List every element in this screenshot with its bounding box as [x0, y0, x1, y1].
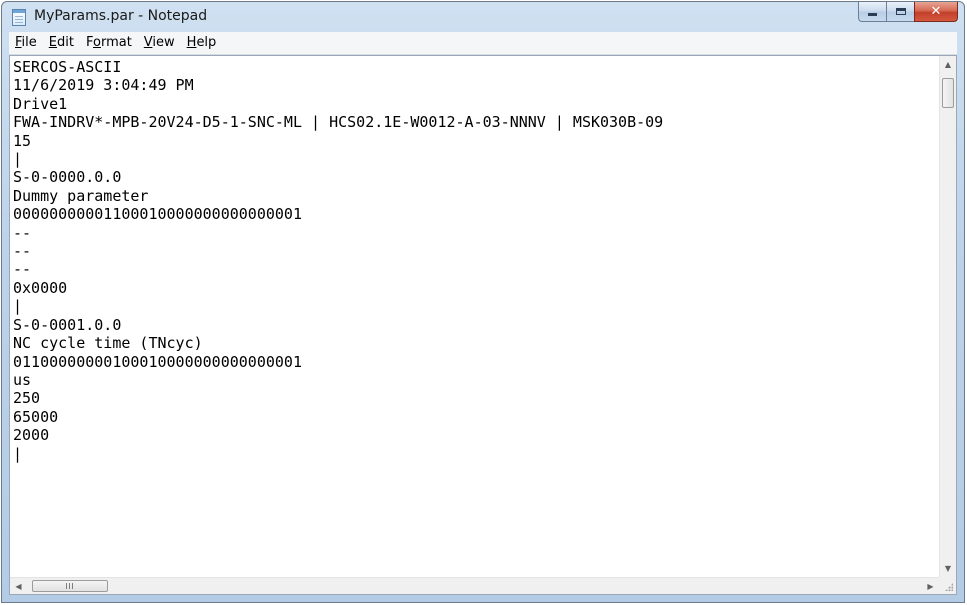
window-title: MyParams.par - Notepad	[34, 8, 208, 24]
size-grip-icon[interactable]	[939, 577, 956, 594]
text-area[interactable]: SERCOS-ASCII 11/6/2019 3:04:49 PM Drive1…	[10, 56, 939, 577]
menu-item-file[interactable]: File	[9, 32, 43, 54]
scroll-left-icon[interactable]: ◀	[10, 578, 27, 594]
vertical-scroll-thumb[interactable]	[942, 78, 954, 108]
notepad-window: MyParams.par - Notepad ✕ File Edit Format V…	[1, 1, 965, 603]
menu-item-edit[interactable]: Edit	[43, 32, 80, 54]
maximize-icon	[895, 8, 906, 15]
minimize-icon	[868, 13, 877, 16]
maximize-button[interactable]	[886, 2, 914, 22]
close-button[interactable]: ✕	[914, 2, 958, 22]
menu-item-format[interactable]: Format	[80, 32, 138, 54]
menu-item-view[interactable]: View	[138, 32, 181, 54]
text-line: 00000000001100010000000000000001	[13, 205, 302, 224]
scroll-down-icon[interactable]: ▼	[940, 560, 956, 577]
text-line: 65000	[13, 407, 59, 426]
text-line: Drive1	[13, 94, 68, 113]
text-line: FWA-INDRV*-MPB-20V24-D5-1-SNC-ML | HCS02…	[13, 113, 664, 132]
text-line: Dummy parameter	[13, 186, 149, 205]
scroll-right-icon[interactable]: ▶	[922, 578, 939, 594]
text-line: us	[13, 370, 32, 389]
caption-buttons: ✕	[858, 2, 958, 22]
notepad-icon[interactable]	[12, 9, 26, 26]
menu-item-help[interactable]: Help	[181, 32, 223, 54]
text-line: 11/6/2019 3:04:49 PM	[13, 76, 194, 95]
text-line: --	[13, 242, 32, 261]
text-line: 2000	[13, 426, 50, 445]
horizontal-scrollbar[interactable]: ◀ ▶	[10, 577, 939, 594]
title-bar[interactable]: MyParams.par - Notepad ✕	[2, 2, 964, 32]
text-line: S-0-0001.0.0	[13, 315, 122, 334]
document-text[interactable]: SERCOS-ASCII 11/6/2019 3:04:49 PM Drive1…	[10, 56, 939, 463]
text-line: 250	[13, 389, 41, 408]
text-line: 15	[13, 131, 32, 150]
close-icon: ✕	[930, 4, 942, 19]
scroll-up-icon[interactable]: ▲	[940, 56, 956, 73]
text-line: SERCOS-ASCII	[13, 58, 122, 76]
vertical-scrollbar[interactable]: ▲ ▼	[939, 56, 956, 577]
text-line: --	[13, 223, 32, 242]
text-line: 01100000000100010000000000000001	[13, 352, 302, 371]
grip-icon	[66, 583, 74, 589]
editor: SERCOS-ASCII 11/6/2019 3:04:49 PM Drive1…	[9, 55, 957, 595]
horizontal-scroll-thumb[interactable]	[32, 580, 108, 592]
text-line: 0x0000	[13, 278, 68, 297]
menu-bar: File Edit Format View Help	[9, 32, 957, 55]
text-line: NC cycle time (TNcyc)	[13, 334, 203, 353]
text-line: --	[13, 260, 32, 279]
text-line: |	[13, 297, 23, 316]
text-line: |	[13, 150, 23, 169]
text-line: S-0-0000.0.0	[13, 168, 122, 187]
minimize-button[interactable]	[858, 2, 886, 22]
text-line: |	[13, 444, 23, 463]
